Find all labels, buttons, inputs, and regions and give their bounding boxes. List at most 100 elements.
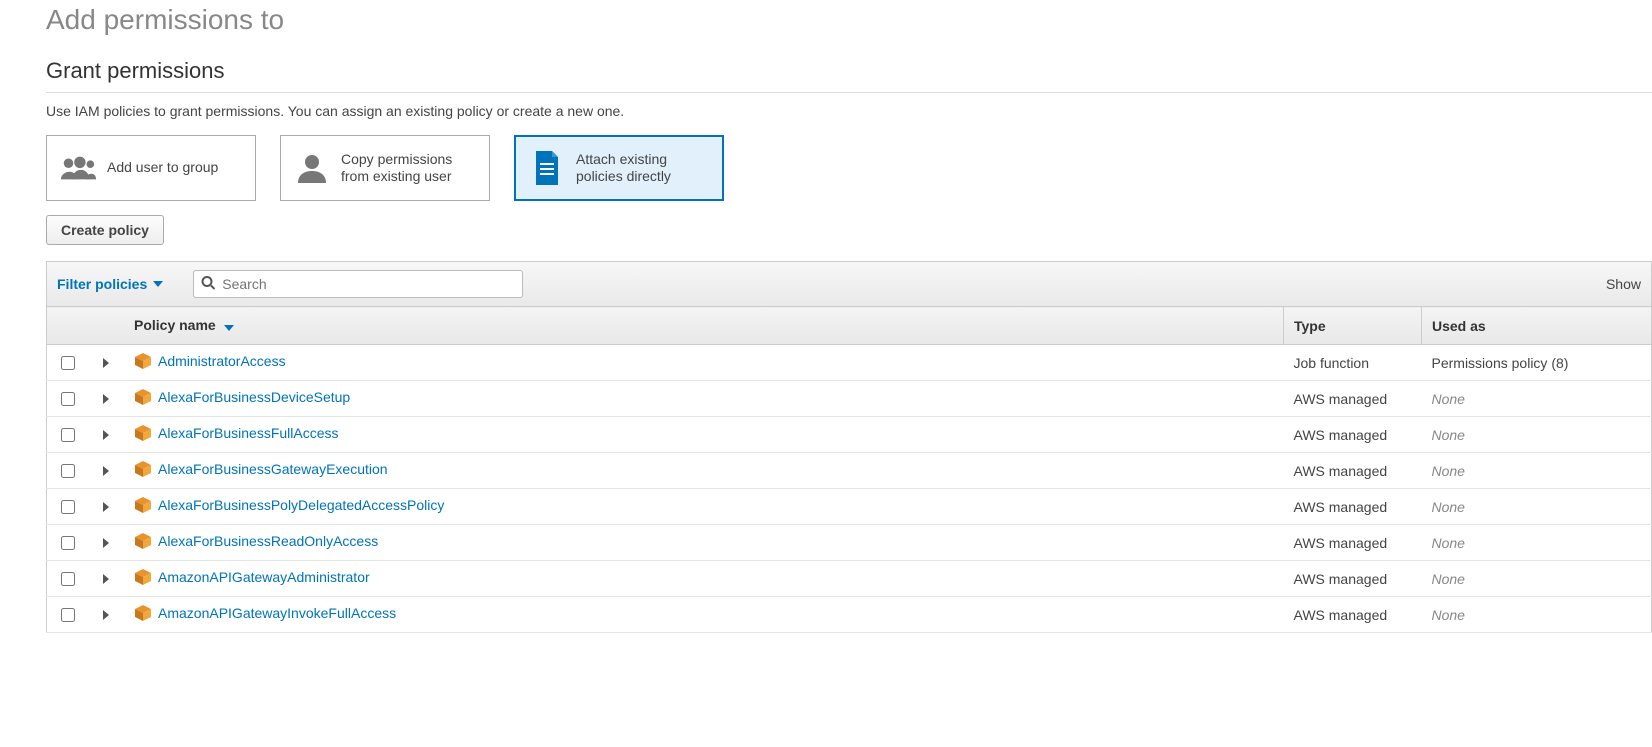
policy-box-icon: [134, 424, 152, 445]
row-checkbox-cell: [47, 417, 89, 453]
row-checkbox[interactable]: [61, 572, 75, 586]
column-header-type[interactable]: Type: [1284, 307, 1422, 345]
expand-caret-icon[interactable]: [103, 358, 109, 368]
row-checkbox[interactable]: [61, 608, 75, 622]
chevron-down-icon: [153, 281, 163, 287]
row-type-cell: AWS managed: [1284, 489, 1422, 525]
policy-name-link[interactable]: AmazonAPIGatewayInvokeFullAccess: [158, 606, 396, 622]
row-used-as-cell: None: [1422, 453, 1652, 489]
section-title: Grant permissions: [46, 58, 1652, 84]
row-expand-cell: [88, 417, 124, 453]
row-checkbox-cell: [47, 489, 89, 525]
table-row: AlexaForBusinessReadOnlyAccess AWS manage…: [47, 525, 1652, 561]
search-wrapper: [193, 270, 523, 298]
policy-box-icon: [134, 604, 152, 625]
policy-name-link[interactable]: AlexaForBusinessPolyDelegatedAccessPolic…: [158, 498, 444, 514]
expand-caret-icon[interactable]: [103, 430, 109, 440]
option-label: Attach existing policies directly: [576, 151, 710, 186]
row-checkbox[interactable]: [61, 392, 75, 406]
sort-caret-icon: [224, 318, 234, 334]
table-row: AlexaForBusinessDeviceSetup AWS managedNo…: [47, 381, 1652, 417]
row-used-as-cell: None: [1422, 489, 1652, 525]
row-policy-name-cell: AlexaForBusinessFullAccess: [124, 417, 1284, 453]
row-type-cell: AWS managed: [1284, 561, 1422, 597]
row-checkbox-cell: [47, 345, 89, 381]
option-add-user-to-group[interactable]: Add user to group: [46, 135, 256, 201]
row-policy-name-cell: AmazonAPIGatewayInvokeFullAccess: [124, 597, 1284, 633]
policies-table: Policy name Type Used as AdministratorAc…: [46, 306, 1652, 633]
row-used-as-cell: None: [1422, 381, 1652, 417]
policy-name-link[interactable]: AlexaForBusinessReadOnlyAccess: [158, 534, 378, 550]
create-policy-button[interactable]: Create policy: [46, 215, 164, 245]
policy-box-icon: [134, 532, 152, 553]
row-checkbox[interactable]: [61, 356, 75, 370]
row-policy-name-cell: AdministratorAccess: [124, 345, 1284, 381]
users-group-icon: [59, 149, 97, 187]
row-expand-cell: [88, 453, 124, 489]
row-checkbox[interactable]: [61, 428, 75, 442]
option-label: Copy permissions from existing user: [341, 151, 477, 186]
column-header-checkbox: [47, 307, 89, 345]
row-used-as-cell: None: [1422, 561, 1652, 597]
row-checkbox-cell: [47, 453, 89, 489]
table-row: AlexaForBusinessGatewayExecution AWS mana…: [47, 453, 1652, 489]
row-used-as-cell: None: [1422, 525, 1652, 561]
column-header-used-as[interactable]: Used as: [1422, 307, 1652, 345]
policy-box-icon: [134, 352, 152, 373]
column-label: Policy name: [134, 317, 216, 333]
option-attach-policies-directly[interactable]: Attach existing policies directly: [514, 135, 724, 201]
row-policy-name-cell: AlexaForBusinessDeviceSetup: [124, 381, 1284, 417]
row-type-cell: AWS managed: [1284, 453, 1422, 489]
row-expand-cell: [88, 381, 124, 417]
policy-name-link[interactable]: AlexaForBusinessGatewayExecution: [158, 462, 388, 478]
policy-box-icon: [134, 460, 152, 481]
row-policy-name-cell: AlexaForBusinessReadOnlyAccess: [124, 525, 1284, 561]
row-expand-cell: [88, 345, 124, 381]
search-input[interactable]: [193, 270, 523, 298]
user-icon: [293, 149, 331, 187]
policy-toolbar: Filter policies Show: [46, 261, 1652, 306]
policy-name-link[interactable]: AmazonAPIGatewayAdministrator: [158, 570, 370, 586]
table-row: AlexaForBusinessFullAccessAWS managedNon…: [47, 417, 1652, 453]
row-policy-name-cell: AlexaForBusinessGatewayExecution: [124, 453, 1284, 489]
row-expand-cell: [88, 525, 124, 561]
row-type-cell: AWS managed: [1284, 597, 1422, 633]
row-type-cell: AWS managed: [1284, 417, 1422, 453]
expand-caret-icon[interactable]: [103, 574, 109, 584]
row-policy-name-cell: AmazonAPIGatewayAdministrator: [124, 561, 1284, 597]
table-row: AmazonAPIGatewayAdministrator AWS managed…: [47, 561, 1652, 597]
column-header-policy-name[interactable]: Policy name: [124, 307, 1284, 345]
row-checkbox[interactable]: [61, 464, 75, 478]
policy-box-icon: [134, 568, 152, 589]
row-type-cell: Job function: [1284, 345, 1422, 381]
row-checkbox-cell: [47, 525, 89, 561]
row-checkbox[interactable]: [61, 500, 75, 514]
row-checkbox-cell: [47, 597, 89, 633]
option-label: Add user to group: [107, 159, 218, 177]
row-checkbox-cell: [47, 561, 89, 597]
row-type-cell: AWS managed: [1284, 525, 1422, 561]
filter-policies-link[interactable]: Filter policies: [57, 276, 163, 292]
row-expand-cell: [88, 489, 124, 525]
row-checkbox[interactable]: [61, 536, 75, 550]
table-row: AmazonAPIGatewayInvokeFullAccess AWS mana…: [47, 597, 1652, 633]
row-expand-cell: [88, 597, 124, 633]
option-copy-permissions[interactable]: Copy permissions from existing user: [280, 135, 490, 201]
page-title: Add permissions to: [46, 4, 1652, 36]
policy-box-icon: [134, 496, 152, 517]
expand-caret-icon[interactable]: [103, 394, 109, 404]
row-used-as-cell: None: [1422, 597, 1652, 633]
expand-caret-icon[interactable]: [103, 538, 109, 548]
permission-option-cards: Add user to group Copy permissions from …: [46, 135, 1652, 201]
document-icon: [528, 149, 566, 187]
column-header-expand: [88, 307, 124, 345]
row-type-cell: AWS managed: [1284, 381, 1422, 417]
policy-name-link[interactable]: AlexaForBusinessFullAccess: [158, 426, 339, 442]
expand-caret-icon[interactable]: [103, 502, 109, 512]
expand-caret-icon[interactable]: [103, 466, 109, 476]
policy-name-link[interactable]: AlexaForBusinessDeviceSetup: [158, 390, 350, 406]
row-checkbox-cell: [47, 381, 89, 417]
expand-caret-icon[interactable]: [103, 610, 109, 620]
policy-name-link[interactable]: AdministratorAccess: [158, 354, 286, 370]
policy-box-icon: [134, 388, 152, 409]
